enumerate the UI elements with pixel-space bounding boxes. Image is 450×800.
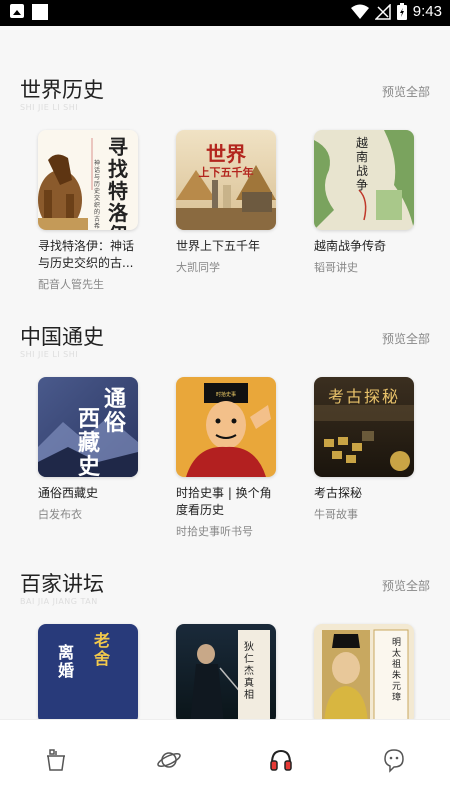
cover-title: 时拾史事 (215, 392, 236, 398)
book-cover: 狄仁杰真相 (176, 624, 276, 719)
book-title: 世界上下五千年 (176, 239, 261, 253)
square-icon (32, 4, 48, 20)
book-cover: 越南战争 (314, 130, 414, 230)
book-title: 越南战争传奇 (314, 239, 387, 253)
cover-title: 考古探秘 (327, 387, 400, 406)
book-card[interactable]: 考古探秘 考古探秘 牛哥故事 (296, 377, 414, 522)
preview-all-link[interactable]: 预览全部 (382, 83, 430, 100)
battery-icon (396, 3, 407, 20)
book-card[interactable]: 寻找特洛伊 神话与历史交织的古希腊文明 寻找特洛伊：神话与历史交织的古... 配… (20, 130, 138, 292)
image-icon (10, 4, 24, 18)
nav-listen[interactable] (225, 720, 338, 800)
cover-title: 世界 (206, 142, 246, 166)
book-author: 白发布衣 (38, 508, 82, 521)
headphones-icon (270, 749, 292, 771)
book-cover: 老舍 离婚 (38, 624, 138, 719)
book-card[interactable]: 老舍 离婚 (20, 624, 138, 719)
book-title: 考古探秘 (314, 486, 363, 500)
status-bar: 9:43 (0, 0, 450, 26)
cover-title: 通俗 (104, 386, 127, 436)
book-cover: 考古探秘 (314, 377, 414, 477)
preview-all-link[interactable]: 预览全部 (382, 330, 430, 347)
book-title: 时拾史事 | 换个角度看历史 (176, 486, 272, 517)
content-scroll[interactable]: 世界历史 SHI JIE LI SHI 预览全部 寻找特洛伊 神话与历史交织的古… (0, 26, 450, 719)
nav-me[interactable] (338, 720, 450, 800)
bottom-nav (0, 719, 450, 800)
section-pinyin: SHI JIE LI SHI (20, 350, 79, 359)
chat-face-icon (383, 749, 404, 773)
book-author: 韬哥讲史 (314, 261, 358, 274)
book-cover: 明太祖朱元璋 (314, 624, 414, 719)
section-title: 世界历史 (20, 78, 104, 102)
preview-all-link[interactable]: 预览全部 (382, 577, 430, 594)
cover-title: 明太祖朱元璋 (392, 638, 402, 703)
cover-subtitle: 离婚 (58, 643, 75, 680)
book-cover: 时拾史事 (176, 377, 276, 477)
nav-discover[interactable] (113, 720, 226, 800)
book-author: 牛哥故事 (314, 508, 358, 521)
book-title: 通俗西藏史 (38, 486, 99, 500)
home-pot-icon (47, 749, 66, 771)
book-author: 大凯同学 (176, 261, 220, 274)
cover-title: 狄仁杰真相 (244, 642, 254, 701)
book-card[interactable]: 狄仁杰真相 (158, 624, 276, 719)
book-cover: 寻找特洛伊 神话与历史交织的古希腊文明 (38, 130, 138, 230)
cover-title: 寻找特洛伊 (108, 135, 128, 230)
nav-home[interactable] (0, 720, 113, 800)
planet-icon (156, 752, 181, 768)
book-card[interactable]: 越南战争 越南战争传奇 韬哥讲史 (296, 130, 414, 275)
cover-subtitle: 西藏史 (78, 406, 101, 477)
section-title: 百家讲坛 (20, 572, 104, 596)
book-cover: 通俗 西藏史 (38, 377, 138, 477)
section-pinyin: BAI JIA JIANG TAN (20, 597, 98, 606)
cover-subtitle: 神话与历史交织的古希腊文明 (94, 160, 101, 230)
wifi-icon (350, 4, 369, 19)
cover-subtitle: 上下五千年 (198, 166, 254, 179)
book-author: 配音人管先生 (38, 278, 104, 291)
book-card[interactable]: 时拾史事 时拾史事 | 换个角度看历史 时拾史事听书号 (158, 377, 276, 539)
section-pinyin: SHI JIE LI SHI (20, 103, 79, 112)
book-card[interactable]: 世界 上下五千年 世界上下五千年 大凯同学 (158, 130, 276, 275)
clock: 9:43 (412, 3, 442, 20)
book-title: 寻找特洛伊：神话与历史交织的古... (38, 239, 135, 270)
book-card[interactable]: 通俗 西藏史 通俗西藏史 白发布衣 (20, 377, 138, 522)
book-card[interactable]: 明太祖朱元璋 (296, 624, 414, 719)
section-title: 中国通史 (20, 325, 104, 349)
book-author: 时拾史事听书号 (176, 525, 253, 538)
signal-icon (374, 3, 391, 20)
cover-title: 老舍 (94, 631, 111, 668)
book-cover: 世界 上下五千年 (176, 130, 276, 230)
cover-title: 越南战争 (356, 136, 369, 192)
